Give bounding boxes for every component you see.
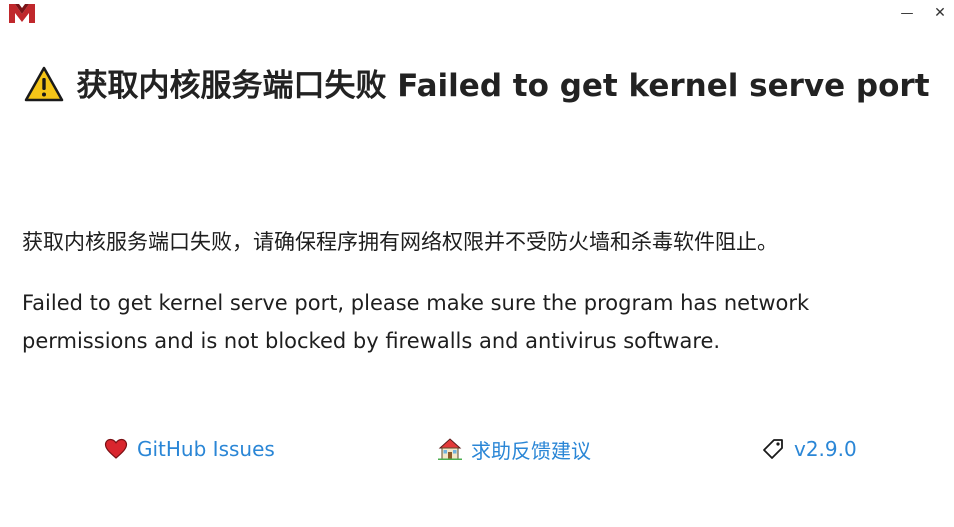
tag-icon: [760, 437, 786, 461]
close-icon: ✕: [934, 5, 946, 21]
title-text: 获取内核服务端口失败 Failed to get kernel serve po…: [76, 68, 930, 104]
version-label: v2.9.0: [794, 437, 857, 461]
house-icon: [437, 437, 463, 461]
minimize-icon: —: [900, 5, 914, 21]
error-message-english: Failed to get kernel serve port, please …: [22, 291, 810, 353]
github-issues-label: GitHub Issues: [137, 437, 275, 461]
warning-triangle-icon: [24, 66, 64, 102]
app-logo-icon: [8, 2, 36, 24]
error-message-chinese: 获取内核服务端口失败，请确保程序拥有网络权限并不受防火墙和杀毒软件阻止。: [22, 230, 778, 254]
heart-icon: [103, 437, 129, 461]
feedback-label: 求助反馈建议: [471, 438, 591, 463]
minimize-button[interactable]: —: [892, 2, 922, 24]
error-dialog-window: — ✕ 获取内核服务端口失败 Failed to get kernel serv…: [0, 0, 954, 527]
version-link[interactable]: v2.9.0: [760, 434, 857, 464]
close-button[interactable]: ✕: [925, 2, 954, 24]
page-title: 获取内核服务端口失败 Failed to get kernel serve po…: [20, 66, 934, 105]
feedback-link[interactable]: 求助反馈建议: [437, 434, 591, 464]
title-bar[interactable]: — ✕: [0, 0, 954, 28]
github-issues-link[interactable]: GitHub Issues: [103, 434, 275, 464]
